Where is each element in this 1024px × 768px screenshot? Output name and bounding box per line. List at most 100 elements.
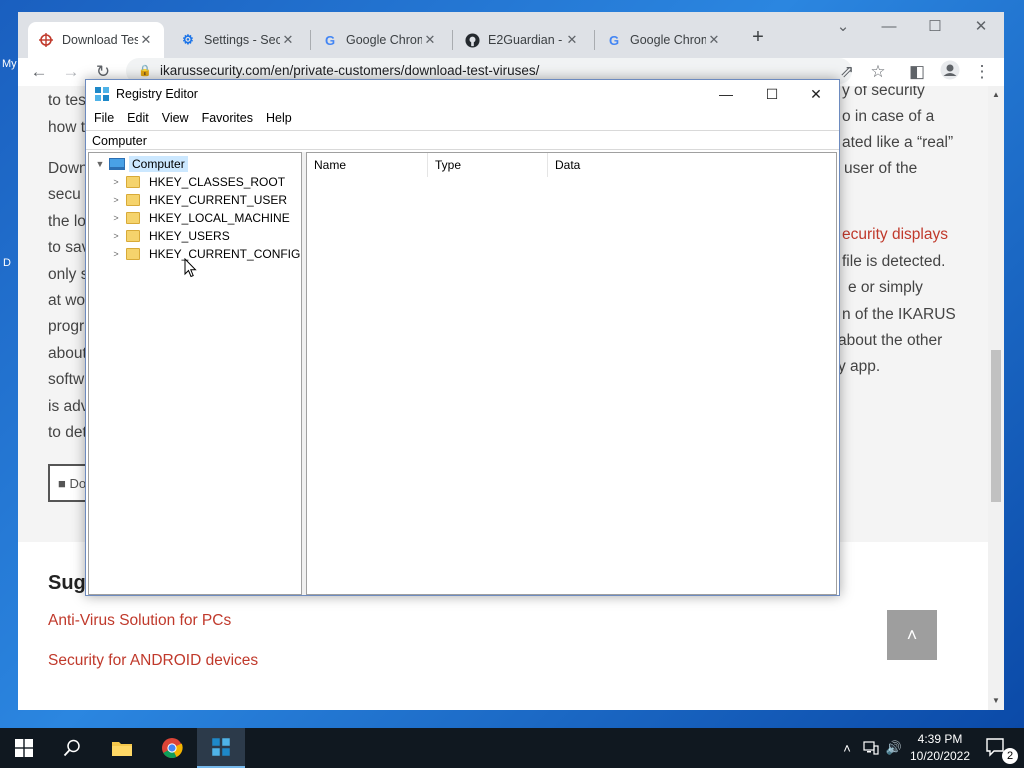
folder-icon [126,212,140,224]
tree-node-label: HKEY_CLASSES_ROOT [149,175,286,189]
system-clock[interactable]: 4:39 PM 10/20/2022 [898,731,982,765]
file-explorer-button[interactable] [98,728,146,768]
maximize-button[interactable]: ☐ [749,80,795,108]
close-icon[interactable]: ✕ [280,32,296,48]
menu-help[interactable]: Help [266,108,299,130]
network-icon[interactable] [860,728,882,768]
chevron-right-icon[interactable]: > [109,249,123,259]
close-button[interactable]: ✕ [793,80,839,108]
menu-view[interactable]: View [162,108,196,130]
registry-editor-window: Registry Editor — ☐ ✕ File Edit View Fav… [85,79,840,596]
tree-node-hkey-local-machine[interactable]: > HKEY_LOCAL_MACHINE [109,209,293,227]
tree-node-hkey-current-user[interactable]: > HKEY_CURRENT_USER [109,191,290,209]
column-header-type[interactable]: Type [428,153,548,177]
side-panel-icon[interactable]: ◧ [904,60,930,84]
scrollbar-thumb[interactable] [991,350,1001,502]
computer-icon [109,158,125,170]
google-icon: G [608,32,620,48]
column-header-name[interactable]: Name [307,153,428,177]
link-security-android[interactable]: Security for ANDROID devices [48,652,258,670]
chevron-down-icon[interactable]: ▼ [93,159,107,169]
tab-download-test[interactable]: Download Test ✕ [28,22,164,58]
tree-node-hkey-users[interactable]: > HKEY_USERS [109,227,233,245]
page-scrollbar[interactable]: ▲ ▼ [988,86,1004,710]
page-text: to tes [48,92,86,109]
registry-editor-icon [95,87,109,101]
tree-node-label: HKEY_CURRENT_USER [149,193,288,207]
page-text: secu [48,186,81,203]
scroll-down-icon[interactable]: ▼ [988,696,1004,705]
page-text: how t [48,119,86,136]
chrome-taskbar-button[interactable] [148,728,196,768]
chevron-right-icon[interactable]: > [109,213,123,223]
taskbar: ˄ 🔊 4:39 PM 10/20/2022 2 [0,728,1024,768]
profile-icon[interactable] [937,60,963,84]
maximize-button[interactable]: ☐ [912,14,958,42]
tab-search-icon[interactable]: ⌄ [820,14,866,42]
tab-strip: Download Test ✕ ⚙ Settings - Secu ✕ G Go… [18,12,1004,58]
tab-separator [310,30,311,50]
tab-title: Settings - Secu [204,33,280,47]
menu-favorites[interactable]: Favorites [202,108,260,130]
address-text: ikarussecurity.com/en/private-customers/… [160,63,540,78]
scroll-to-top-button[interactable]: ˄ [887,610,937,660]
chevron-right-icon[interactable]: > [109,195,123,205]
ikarus-icon [38,32,54,48]
page-link[interactable]: ecurity displays [842,226,948,244]
page-text: to det [48,424,87,441]
chevron-right-icon[interactable]: > [109,231,123,241]
title-bar[interactable]: Registry Editor — ☐ ✕ [86,80,839,108]
tree-node-hkey-current-config[interactable]: > HKEY_CURRENT_CONFIG [109,245,303,263]
page-text: y app. [838,358,881,375]
star-icon[interactable]: ☆ [865,60,891,84]
column-header-data[interactable]: Data [548,153,836,177]
registry-editor-taskbar-button[interactable] [197,728,245,768]
page-text: softw [48,371,85,388]
close-button[interactable]: ✕ [958,14,1004,42]
tab-title: Google Chrom [346,33,422,47]
start-button[interactable] [0,728,48,768]
folder-icon [126,248,140,260]
tab-e2guardian[interactable]: E2Guardian - A ✕ [454,22,590,58]
minimize-button[interactable]: — [703,80,749,108]
scroll-up-icon[interactable]: ▲ [988,90,1004,99]
desktop-icon-label[interactable]: My [2,58,17,70]
notification-button[interactable]: 2 [982,728,1022,768]
chevron-up-icon[interactable]: ˄ [836,728,858,768]
menu-file[interactable]: File [94,108,121,130]
link-anti-virus-pcs[interactable]: Anti-Virus Solution for PCs [48,612,231,630]
search-button[interactable] [48,728,96,768]
windows-icon [15,739,33,757]
folder-icon [126,230,140,242]
address-bar[interactable]: Computer [86,130,839,150]
forward-icon[interactable]: → [58,60,84,84]
page-text: e or simply [848,279,923,296]
close-icon[interactable]: ✕ [422,32,438,48]
close-icon[interactable]: ✕ [138,32,154,48]
back-icon[interactable]: ← [26,60,52,84]
mouse-cursor-icon [184,258,197,278]
tree-node-computer[interactable]: ▼ Computer [93,155,188,173]
chrome-icon [162,738,183,758]
minimize-button[interactable]: — [866,14,912,42]
tree-node-label: HKEY_USERS [149,229,230,243]
close-icon[interactable]: ✕ [706,32,722,48]
suggestions-heading: Sug [48,572,86,594]
tab-google-chrome[interactable]: G Google Chrom ✕ [312,22,448,58]
page-text: about [48,345,87,362]
folder-icon [126,176,140,188]
tree-node-label: Computer [129,156,188,172]
page-text: the lo [48,213,86,230]
desktop-icon-label[interactable]: D [3,257,11,269]
menu-icon[interactable]: ⋮ [969,60,995,84]
tree-node-hkey-classes-root[interactable]: > HKEY_CLASSES_ROOT [109,173,288,191]
page-text: about the other [838,332,943,349]
tab-google-chrome-2[interactable]: G Google Chrom ✕ [596,22,732,58]
close-icon[interactable]: ✕ [564,32,580,48]
menu-edit[interactable]: Edit [127,108,156,130]
chevron-right-icon[interactable]: > [109,177,123,187]
tab-settings[interactable]: ⚙ Settings - Secu ✕ [170,22,306,58]
new-tab-button[interactable]: + [746,26,770,50]
gear-icon: ⚙ [182,32,194,47]
folder-icon [112,742,132,756]
